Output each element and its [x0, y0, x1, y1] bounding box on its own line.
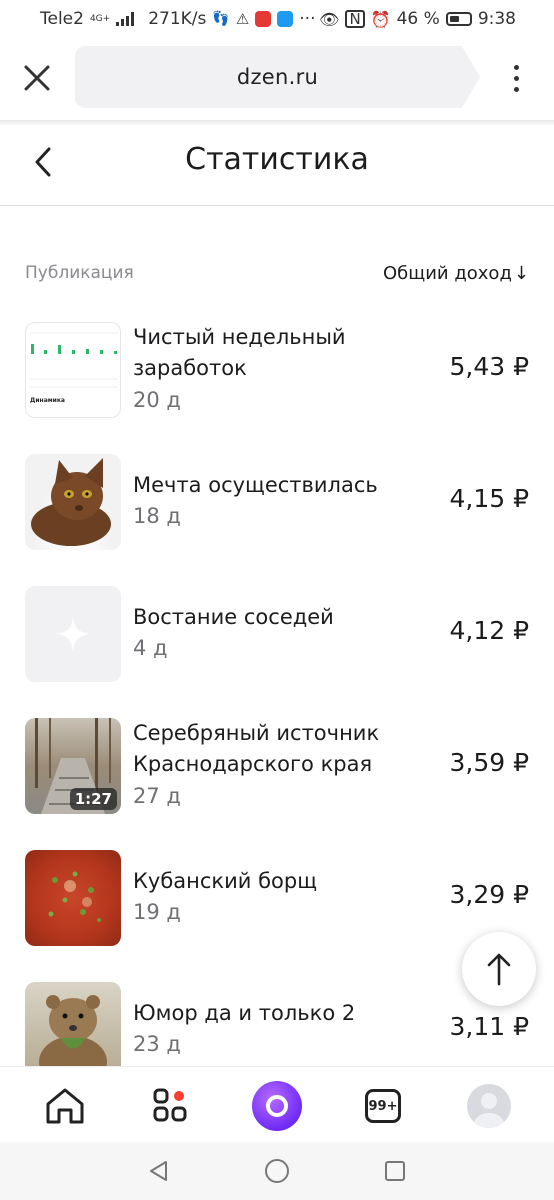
quokka-image-icon: [39, 995, 107, 1078]
system-back-button[interactable]: [144, 1156, 174, 1186]
triangle-back-icon: [150, 1161, 167, 1181]
publication-title: Кубанский борщ: [133, 869, 317, 893]
square-recents-icon: [385, 1161, 405, 1181]
system-home-button[interactable]: [262, 1156, 292, 1186]
dot-icon: [513, 75, 519, 81]
carrier-name: Tele2: [40, 9, 84, 29]
publication-age: 23 д: [133, 1032, 181, 1056]
close-tab-button[interactable]: [22, 60, 52, 96]
quokka-thumbnail: [25, 982, 121, 1078]
publication-row[interactable]: Востание соседей 4 д 4,12 ₽: [25, 586, 529, 682]
alarm-icon: ⏰: [370, 9, 391, 29]
publication-income: 4,12 ₽: [449, 616, 529, 645]
column-income-label: Общий доход: [382, 262, 512, 284]
publication-title: Серебряный источник Краснодарского края: [133, 721, 380, 776]
clock: 9:38: [477, 9, 516, 29]
nfc-icon: N: [345, 10, 365, 28]
borsch-thumbnail: [25, 850, 121, 946]
sparkle-icon: [55, 616, 91, 652]
publication-income: 3,11 ₽: [449, 1012, 529, 1041]
cat-thumbnail: [25, 454, 121, 550]
signal-icon: [116, 12, 135, 26]
avatar: [467, 1084, 511, 1128]
publication-age: 18 д: [133, 504, 181, 528]
nav-services[interactable]: [146, 1081, 196, 1131]
more-notifications-icon: ···: [299, 9, 316, 29]
user-avatar-icon: [474, 1093, 504, 1128]
browser-menu-button[interactable]: [506, 60, 526, 96]
publication-title: Востание соседей: [133, 605, 334, 629]
services-grid-icon: [153, 1088, 187, 1122]
huawei-app-icon: [255, 11, 272, 27]
steps-icon: 👣: [212, 11, 230, 27]
publication-row[interactable]: Мечта осуществилась 18 д 4,15 ₽: [25, 454, 529, 550]
dot-icon: [513, 64, 519, 70]
publication-income: 3,29 ₽: [449, 880, 529, 909]
publication-row[interactable]: Динамика Чистый недельный заработок 20 д…: [25, 322, 529, 418]
battery-icon: [445, 12, 472, 26]
borsch-image-icon: [48, 871, 101, 922]
system-recents-button[interactable]: [380, 1156, 410, 1186]
arrow-up-icon: [487, 953, 511, 986]
video-duration: 1:27: [69, 788, 117, 810]
network-type: 4G+: [89, 13, 111, 24]
bottom-navigation: 99+: [0, 1066, 554, 1142]
home-icon: [46, 1088, 84, 1124]
nav-home[interactable]: [40, 1081, 90, 1131]
url-text: dzen.ru: [236, 65, 319, 89]
publication-age: 20 д: [133, 388, 181, 412]
system-navigation-bar: [0, 1142, 554, 1200]
status-bar: Tele2 4G+ 271K/s 👣 ⚠ ··· 👁 N ⏰ 46 % 9:38: [0, 0, 554, 38]
sort-income-button[interactable]: Общий доход ↓: [383, 263, 529, 284]
chart-thumbnail: Динамика: [25, 322, 121, 418]
close-icon: [24, 65, 50, 91]
nav-profile[interactable]: [464, 1081, 514, 1131]
nav-notifications[interactable]: 99+: [358, 1081, 408, 1131]
thumbnail-caption: Динамика: [30, 397, 65, 404]
browser-toolbar: dzen.ru: [0, 38, 554, 120]
publication-income: 3,59 ₽: [449, 748, 529, 777]
assistant-app-icon: [277, 11, 294, 27]
circle-home-icon: [265, 1159, 289, 1183]
publication-age: 19 д: [133, 900, 181, 924]
publication-age: 4 д: [133, 636, 168, 660]
address-bar[interactable]: dzen.ru: [75, 46, 480, 108]
column-publication: Публикация: [25, 263, 134, 283]
publication-row[interactable]: Юмор да и только 2 23 д 3,11 ₽: [25, 982, 529, 1078]
publication-income: 5,43 ₽: [449, 352, 529, 381]
table-header: Публикация Общий доход ↓: [25, 258, 529, 288]
publication-title: Мечта осуществилась: [133, 473, 378, 497]
publication-row[interactable]: Кубанский борщ 19 д 3,29 ₽: [25, 850, 529, 946]
publication-title: Чистый недельный заработок: [133, 325, 346, 380]
sort-arrow-icon: ↓: [513, 262, 529, 284]
scroll-to-top-button[interactable]: [462, 932, 536, 1006]
publication-age: 27 д: [133, 784, 181, 808]
publication-row[interactable]: 1:27 Серебряный источник Краснодарского …: [25, 718, 529, 814]
page-title: Статистика: [185, 142, 369, 177]
warning-icon: ⚠: [235, 10, 250, 28]
alice-icon: [252, 1081, 302, 1131]
forest-thumbnail: 1:27: [25, 718, 121, 814]
page-header: Статистика: [0, 126, 554, 206]
dot-icon: [513, 86, 519, 92]
eye-icon: 👁: [319, 9, 340, 29]
cat-image-icon: [31, 458, 111, 546]
battery-percent: 46 %: [396, 9, 440, 29]
nav-alice[interactable]: [252, 1081, 302, 1131]
notifications-counter: 99+: [365, 1089, 401, 1123]
publication-income: 4,15 ₽: [449, 484, 529, 513]
publication-title: Юмор да и только 2: [133, 1001, 356, 1025]
network-speed: 271K/s: [148, 9, 207, 29]
placeholder-thumbnail: [25, 586, 121, 682]
